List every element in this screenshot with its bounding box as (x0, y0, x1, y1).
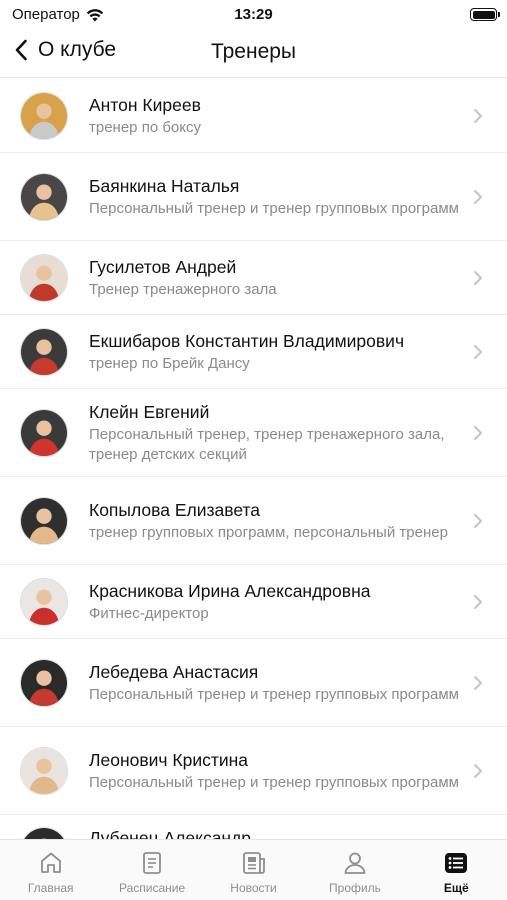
trainer-name: Копылова Елизавета (89, 499, 261, 520)
trainer-row[interactable]: Клейн Евгений Персональный тренер, тренер… (0, 389, 507, 477)
trainer-role: Персональный тренер и тренер групповых п… (89, 685, 459, 703)
trainer-text: Антон Киреев тренер по боксу (89, 94, 467, 138)
navigation-bar: О клубе Тренеры (0, 30, 507, 78)
tab-label: Новости (230, 881, 277, 895)
trainer-row[interactable]: Баянкина Наталья Персональный тренер и тр… (0, 153, 507, 241)
chevron-right-icon (474, 189, 482, 204)
trainer-row[interactable]: Лебедева Анастасия Персональный тренер и … (0, 639, 507, 727)
trainer-row[interactable]: Лубенец Александр (0, 815, 507, 839)
trainers-list[interactable]: Антон Киреев тренер по боксу Баянкина Ната… (0, 79, 507, 839)
trainer-avatar (20, 658, 68, 707)
home-icon (40, 852, 61, 873)
tab-home[interactable]: Главная (0, 840, 101, 900)
trainer-name: Гусилетов Андрей (89, 256, 237, 277)
trainer-avatar (20, 172, 68, 221)
trainer-role: тренер по Брейк Дансу (89, 354, 250, 372)
profile-icon (344, 852, 366, 874)
trainer-row[interactable]: Копылова Елизавета тренер групповых прогр… (0, 477, 507, 565)
trainer-role: тренер групповых программ, персональный … (89, 523, 448, 541)
trainer-text: Екшибаров Константин Владимирович тренер … (89, 330, 467, 374)
schedule-icon (143, 852, 162, 874)
chevron-right-icon (474, 513, 482, 528)
trainer-row[interactable]: Екшибаров Константин Владимирович тренер … (0, 315, 507, 389)
trainer-avatar (20, 577, 68, 626)
news-icon (242, 852, 265, 874)
trainer-avatar (20, 408, 68, 457)
trainer-avatar (20, 496, 68, 545)
trainer-avatar (20, 327, 68, 376)
chevron-right-icon (474, 425, 482, 440)
back-button-label: О клубе (38, 38, 117, 61)
trainer-row[interactable]: Красникова Ирина Александровна Фитнес-дир… (0, 565, 507, 639)
trainer-avatar (20, 746, 68, 795)
tab-schedule[interactable]: Расписание (101, 840, 202, 900)
tab-profile[interactable]: Профиль (304, 840, 405, 900)
trainer-role: Персональный тренер, тренер тренажерного… (89, 425, 445, 463)
trainer-name: Лубенец Александр (89, 828, 252, 839)
status-bar: Оператор 13:29 (0, 0, 507, 30)
tab-label: Главная (27, 881, 74, 895)
trainer-text: Лубенец Александр (89, 827, 467, 839)
trainer-name: Екшибаров Константин Владимирович (89, 330, 405, 351)
trainer-text: Красникова Ирина Александровна Фитнес-дир… (89, 580, 467, 624)
status-time: 13:29 (234, 6, 273, 23)
chevron-right-icon (474, 344, 482, 359)
trainer-name: Баянкина Наталья (89, 175, 240, 196)
trainer-text: Копылова Елизавета тренер групповых прогр… (89, 499, 467, 543)
chevron-right-icon (474, 108, 482, 123)
chevron-right-icon (474, 270, 482, 285)
tab-bar: Главная Расписание Новости Профиль Ещё (0, 839, 507, 900)
trainer-avatar (20, 91, 68, 140)
trainer-role: Персональный тренер и тренер групповых п… (89, 773, 459, 791)
tab-more[interactable]: Ещё (406, 840, 507, 900)
trainer-avatar (20, 827, 68, 839)
trainer-name: Леонович Кристина (89, 749, 249, 770)
battery-icon (470, 8, 500, 21)
trainer-row[interactable]: Гусилетов Андрей Тренер тренажерного зала (0, 241, 507, 315)
tab-news[interactable]: Новости (203, 840, 304, 900)
trainer-role: Персональный тренер и тренер групповых п… (89, 199, 459, 217)
chevron-right-icon (474, 763, 482, 778)
trainer-row[interactable]: Антон Киреев тренер по боксу (0, 79, 507, 153)
tab-label: Ещё (443, 881, 469, 895)
trainer-avatar (20, 253, 68, 302)
tab-label: Профиль (329, 881, 381, 895)
tab-label: Расписание (119, 881, 186, 895)
trainer-role: Тренер тренажерного зала (89, 280, 277, 298)
trainer-name: Красникова Ирина Александровна (89, 580, 371, 601)
trainer-text: Лебедева Анастасия Персональный тренер и … (89, 661, 467, 705)
chevron-left-icon (15, 39, 27, 61)
more-icon (445, 853, 468, 873)
trainer-role: тренер по боксу (89, 118, 201, 136)
trainer-text: Клейн Евгений Персональный тренер, тренер… (89, 401, 467, 465)
trainer-name: Антон Киреев (89, 94, 201, 115)
chevron-right-icon (474, 594, 482, 609)
trainer-role: Фитнес-директор (89, 604, 209, 622)
trainer-name: Клейн Евгений (89, 401, 210, 422)
chevron-right-icon (474, 675, 482, 690)
trainer-row[interactable]: Леонович Кристина Персональный тренер и т… (0, 727, 507, 815)
trainer-text: Гусилетов Андрей Тренер тренажерного зала (89, 256, 467, 300)
trainer-text: Баянкина Наталья Персональный тренер и тр… (89, 175, 467, 219)
trainer-name: Лебедева Анастасия (89, 661, 259, 682)
back-button[interactable]: О клубе (14, 38, 116, 62)
trainer-text: Леонович Кристина Персональный тренер и т… (89, 749, 467, 793)
